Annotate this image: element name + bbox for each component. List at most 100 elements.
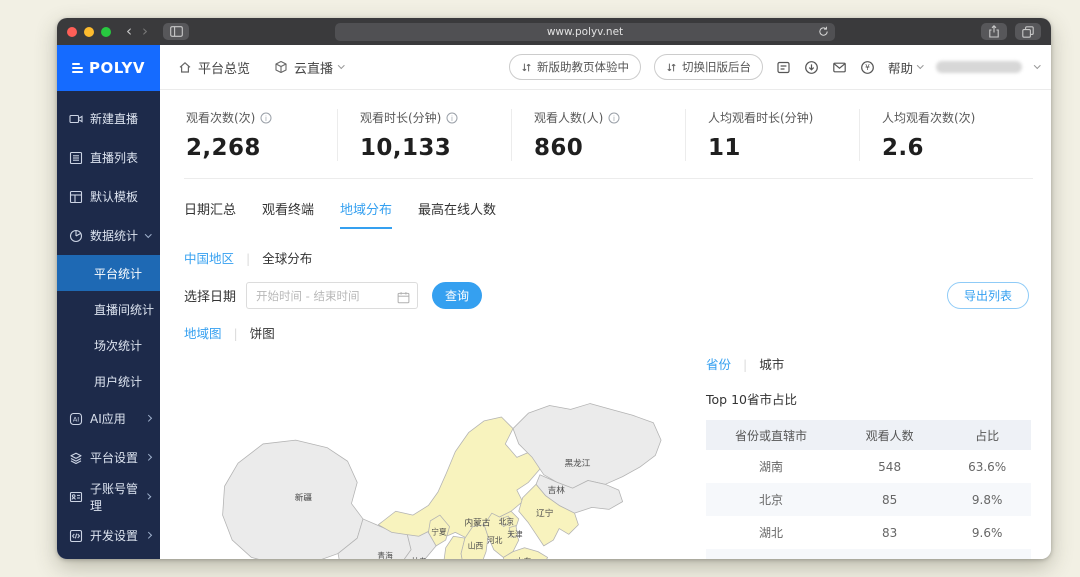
table-row: 湖南 548 63.6% <box>706 450 1031 483</box>
map-label-beijing: 北京 <box>499 517 515 527</box>
stat-label: 人均观看时长(分钟) <box>708 109 813 126</box>
date-range-input[interactable] <box>246 282 418 309</box>
chevron-down-icon <box>917 62 923 68</box>
chevron-down-icon <box>1034 62 1040 68</box>
billing-button[interactable]: ¥ <box>860 60 875 75</box>
help-menu[interactable]: 帮助 <box>888 58 923 77</box>
info-icon[interactable]: i <box>446 112 458 124</box>
sidebar-item-data-statistics[interactable]: 数据统计 <box>57 216 160 255</box>
messages-button[interactable] <box>832 60 847 75</box>
calendar-icon[interactable] <box>397 289 410 308</box>
reload-icon[interactable] <box>818 26 829 40</box>
sidebar-subitem-room-statistics[interactable]: 直播间统计 <box>57 291 160 327</box>
sidebar-item-platform-settings[interactable]: 平台设置 <box>57 438 160 477</box>
app-header: 平台总览 云直播 新版助教页体验中 <box>160 45 1051 90</box>
switch-old-console-pill[interactable]: 切换旧版后台 <box>654 54 763 80</box>
stat-label: 观看时长(分钟) <box>360 109 441 126</box>
toggle-city[interactable]: 城市 <box>759 357 784 372</box>
toggle-global-distribution[interactable]: 全球分布 <box>262 251 312 266</box>
info-icon[interactable]: i <box>260 112 272 124</box>
nav-platform-overview[interactable]: 平台总览 <box>178 58 250 77</box>
tab-date-summary[interactable]: 日期汇总 <box>184 199 236 229</box>
map-label-tianjin: 天津 <box>507 529 523 539</box>
nav-cloud-live[interactable]: 云直播 <box>274 58 344 77</box>
toggle-china-region[interactable]: 中国地区 <box>184 251 234 266</box>
app-frame: POLYV 新建直播 直播列表 默认模板 <box>57 45 1051 559</box>
stat-value: 2,268 <box>186 135 337 161</box>
map-label-xinjiang: 新疆 <box>295 492 313 504</box>
logo[interactable]: POLYV <box>57 45 160 91</box>
stat-avg-duration: 人均观看时长(分钟) 11 <box>685 109 859 161</box>
list-icon <box>69 151 83 165</box>
map-label-gansu: 甘肃 <box>411 556 427 559</box>
toggle-region-map[interactable]: 地域图 <box>184 326 222 341</box>
cell-province: 湖北 <box>706 516 836 549</box>
cell-share: 9.6% <box>943 516 1031 549</box>
id-card-icon <box>69 490 83 504</box>
sidebar-subitem-label: 场次统计 <box>94 337 142 354</box>
maximize-window-button[interactable] <box>101 27 111 37</box>
map-and-table: 新疆 青海 甘肃 宁夏 内蒙古 黑龙江 吉林 辽宁 北京 天津 河北 <box>184 346 1033 559</box>
stats-row: 观看次数(次) i 2,268 观看时长(分钟) i 10,133 <box>184 96 1033 179</box>
minimize-window-button[interactable] <box>84 27 94 37</box>
share-button[interactable] <box>981 23 1007 40</box>
sidebar-subitem-user-statistics[interactable]: 用户统计 <box>57 363 160 399</box>
forward-button[interactable]: › <box>142 24 148 39</box>
hamburger-menu-icon[interactable] <box>72 63 83 73</box>
sidebar-subitem-label: 用户统计 <box>94 373 142 390</box>
sidebar-item-subaccount-management[interactable]: 子账号管理 <box>57 477 160 516</box>
account-name-redacted[interactable] <box>936 61 1022 73</box>
sidebar-menu: 新建直播 直播列表 默认模板 数据统计 <box>57 91 160 555</box>
tab-max-online[interactable]: 最高在线人数 <box>418 199 496 229</box>
svg-text:i: i <box>613 114 615 122</box>
close-window-button[interactable] <box>67 27 77 37</box>
map-label-hebei: 河北 <box>487 536 503 545</box>
stat-value: 2.6 <box>882 135 1033 161</box>
svg-text:i: i <box>451 114 453 122</box>
sidebar-item-label: 数据统计 <box>90 227 138 244</box>
sidebar-item-label: AI应用 <box>90 410 126 427</box>
province-heilongjiang[interactable] <box>513 404 661 489</box>
page-content: 观看次数(次) i 2,268 观看时长(分钟) i 10,133 <box>160 90 1051 559</box>
sidebar-item-new-live[interactable]: 新建直播 <box>57 99 160 138</box>
svg-text:AI: AI <box>73 415 79 423</box>
mail-icon <box>832 60 847 75</box>
column-header-viewers: 观看人数 <box>836 420 943 450</box>
back-button[interactable]: ‹ <box>126 24 132 39</box>
toggle-pie-chart[interactable]: 饼图 <box>250 326 275 341</box>
sidebar-item-developer-settings[interactable]: 开发设置 <box>57 516 160 555</box>
date-filter-label: 选择日期 <box>184 286 236 305</box>
sidebar-subitem-platform-statistics[interactable]: 平台统计 <box>57 255 160 291</box>
map-label-shandong: 山东 <box>516 556 532 559</box>
tabs-overview-icon <box>1022 26 1034 38</box>
form-button[interactable] <box>776 60 791 75</box>
address-bar[interactable]: www.polyv.net <box>335 23 835 41</box>
export-list-button[interactable]: 导出列表 <box>947 282 1029 309</box>
province-xinjiang[interactable] <box>223 440 363 559</box>
query-button[interactable]: 查询 <box>432 282 482 309</box>
divider: | <box>234 326 238 341</box>
sidebar-item-live-list[interactable]: 直播列表 <box>57 138 160 177</box>
china-map-svg: 新疆 青海 甘肃 宁夏 内蒙古 黑龙江 吉林 辽宁 北京 天津 河北 <box>188 390 688 559</box>
info-icon[interactable]: i <box>608 112 620 124</box>
sidebar-toggle-button[interactable] <box>163 23 189 40</box>
sidebar-toggle-icon <box>170 26 183 37</box>
new-assistant-page-pill[interactable]: 新版助教页体验中 <box>509 54 641 80</box>
province-city-toggle: 省份 | 城市 <box>706 354 1031 373</box>
stat-value: 11 <box>708 135 859 161</box>
map-label-heilongjiang: 黑龙江 <box>564 457 590 469</box>
layers-icon <box>69 451 83 465</box>
download-button[interactable] <box>804 60 819 75</box>
tabs-overview-button[interactable] <box>1015 23 1041 40</box>
tab-region-distribution[interactable]: 地域分布 <box>340 199 392 229</box>
sidebar-item-label: 平台设置 <box>90 449 138 466</box>
region-scope-toggle: 中国地区 | 全球分布 <box>184 248 1033 267</box>
tab-view-terminal[interactable]: 观看终端 <box>262 199 314 229</box>
map-label-neimenggu: 内蒙古 <box>464 517 490 529</box>
sidebar-subitem-session-statistics[interactable]: 场次统计 <box>57 327 160 363</box>
table-header-row: 省份或直辖市 观看人数 占比 <box>706 420 1031 450</box>
sidebar-item-ai-apps[interactable]: AI AI应用 <box>57 399 160 438</box>
toggle-province[interactable]: 省份 <box>706 357 731 372</box>
cell-province: 湖南 <box>706 450 836 483</box>
sidebar-item-default-template[interactable]: 默认模板 <box>57 177 160 216</box>
